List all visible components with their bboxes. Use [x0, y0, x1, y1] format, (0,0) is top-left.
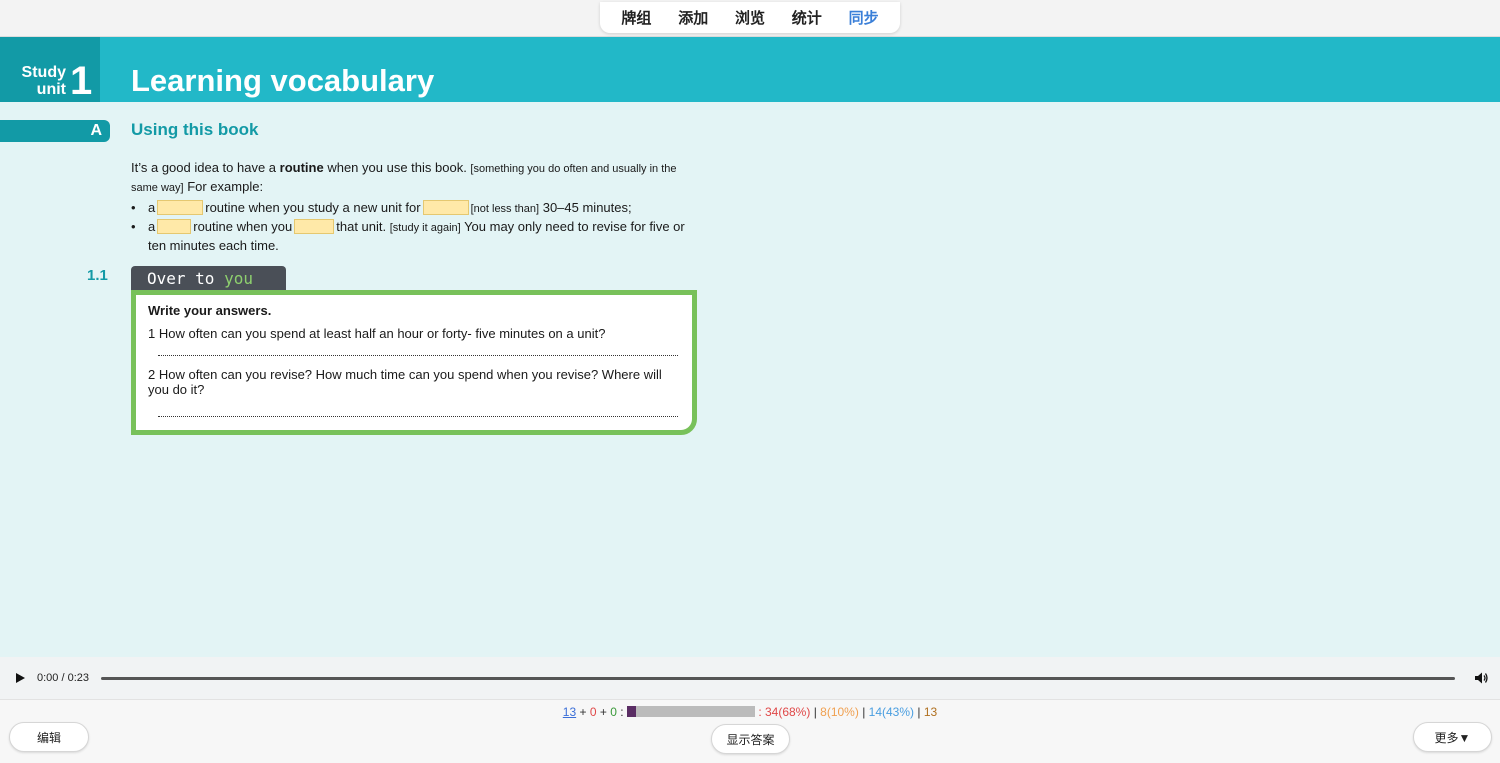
tab-decks[interactable]: 牌组	[621, 7, 651, 28]
section-title: Using this book	[131, 120, 259, 139]
unit-banner: Study unit 1 Learning vocabulary	[0, 37, 1500, 102]
intro-paragraph: It’s a good idea to have a routine when …	[131, 159, 691, 197]
over-to-text: Over to	[147, 269, 225, 288]
stat-orange: 8(10%)	[820, 705, 859, 719]
separator: |	[813, 705, 817, 719]
cloze-blank[interactable]	[157, 219, 192, 234]
unit-badge: Study unit 1	[0, 37, 100, 102]
volume-icon[interactable]	[1474, 671, 1488, 685]
bullet-gloss: [study it again]	[389, 222, 461, 234]
bullet-gloss: [not less than]	[470, 203, 540, 215]
answer-line-2	[158, 416, 678, 417]
exercise-number: 1.1	[87, 267, 108, 284]
separator: |	[917, 705, 921, 719]
stat-lblue: 14(43%)	[868, 705, 915, 719]
show-answer-button[interactable]: 显示答案	[711, 724, 790, 754]
more-button[interactable]: 更多▼	[1413, 722, 1492, 752]
section-letter: A	[90, 122, 102, 139]
review-bottom-bar: 13 + 0 + 0 : : 34(68%) | 8(10%) | 14(43%…	[0, 699, 1500, 763]
review-stats: 13 + 0 + 0 : : 34(68%) | 8(10%) | 14(43%…	[0, 705, 1500, 719]
audio-time: 0:00 / 0:23	[37, 672, 89, 684]
tab-add[interactable]: 添加	[678, 7, 708, 28]
bullet-text: that unit.	[336, 219, 387, 234]
cloze-blank[interactable]	[422, 200, 469, 215]
cloze-blank[interactable]	[157, 200, 204, 215]
routine-list: a routine when you study a new unit for [n…	[131, 199, 691, 255]
flashcard-content: Study unit 1 Learning vocabulary A Using…	[0, 37, 1500, 657]
tab-browse[interactable]: 浏览	[735, 7, 765, 28]
list-item: a routine when you study a new unit for [n…	[131, 199, 691, 218]
answer-box: Write your answers. 1 How often can you …	[131, 290, 697, 435]
tab-sync[interactable]: 同步	[849, 7, 879, 28]
review-count: 0	[610, 705, 617, 719]
bullet-text: routine when you	[193, 219, 293, 234]
unit-word: Study unit	[21, 64, 66, 98]
bullet-text: a	[148, 200, 156, 215]
bullet-text: 30–45 minutes;	[542, 200, 632, 215]
cloze-blank[interactable]	[294, 219, 335, 234]
progress-fill	[626, 706, 636, 717]
intro-text-2: when you use this book.	[323, 160, 471, 175]
plus-sign: +	[579, 705, 587, 719]
tab-stats[interactable]: 统计	[792, 7, 822, 28]
intro-tail: For example:	[183, 179, 264, 194]
stat-brown: 13	[923, 705, 938, 719]
list-item: a routine when you that unit. [study it ag…	[131, 218, 691, 255]
audio-player: 0:00 / 0:23	[0, 657, 1500, 699]
progress-bar	[626, 706, 755, 717]
play-icon[interactable]	[16, 673, 25, 683]
learn-count: 0	[589, 705, 597, 719]
section-badge: A	[0, 120, 110, 142]
over-to-you-tab: Over to you	[131, 266, 286, 290]
edit-button[interactable]: 编辑	[9, 722, 89, 752]
plus-sign: +	[599, 705, 607, 719]
separator: |	[862, 705, 866, 719]
nav-tabs: 牌组 添加 浏览 统计 同步	[600, 2, 900, 33]
question-1: 1 How often can you spend at least half …	[148, 326, 606, 341]
bullet-text: a	[148, 219, 156, 234]
you-text: you	[224, 269, 253, 288]
bullet-text: routine when you study a new unit for	[205, 200, 421, 215]
page-title: Learning vocabulary	[131, 63, 435, 98]
unit-number: 1	[70, 59, 93, 103]
answer-box-heading: Write your answers.	[148, 303, 272, 318]
intro-bold-word: routine	[279, 160, 324, 175]
top-nav-bar: 牌组 添加 浏览 统计 同步	[0, 0, 1500, 37]
answer-line-1	[158, 355, 678, 356]
colon-sign: :	[620, 705, 624, 719]
audio-seek-bar[interactable]	[101, 677, 1455, 680]
new-count[interactable]: 13	[563, 705, 576, 719]
intro-text: It’s a good idea to have a	[131, 160, 280, 175]
question-2: 2 How often can you revise? How much tim…	[148, 367, 662, 397]
stat-red: : 34(68%)	[758, 705, 811, 719]
